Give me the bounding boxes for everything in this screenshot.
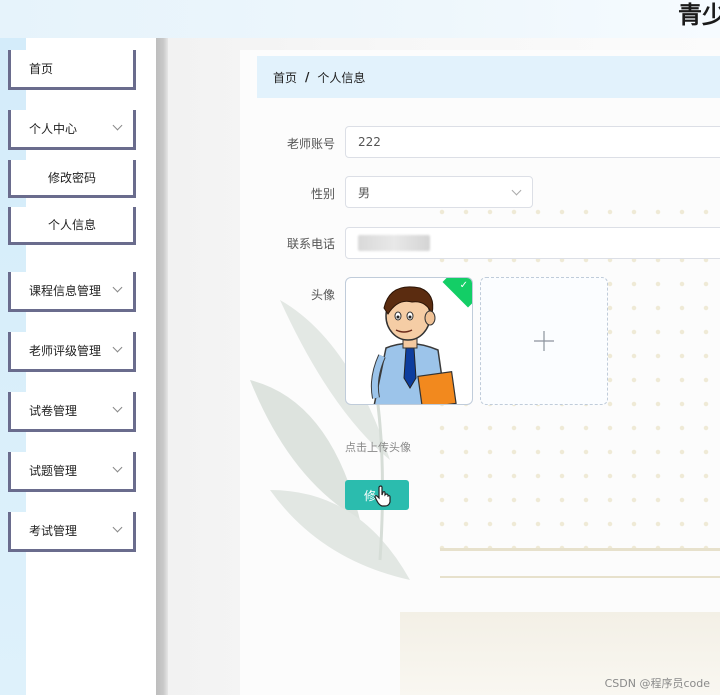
sidebar-item-personal-info[interactable]: 个人信息 [8,207,136,245]
app-title: 青少 [678,1,720,29]
watermark: CSDN @程序员code [604,677,710,690]
sidebar-item-label: 试题管理 [29,464,78,478]
sidebar-item-teacher-rating[interactable]: 老师评级管理 [8,332,136,372]
gender-select[interactable]: 男 [345,176,533,208]
account-field[interactable]: 222 [345,126,720,158]
sidebar-item-label: 试卷管理 [29,404,78,418]
chevron-down-icon [112,462,123,473]
chevron-down-icon [112,342,123,353]
sidebar-item-label: 老师评级管理 [29,344,102,358]
check-icon: ✓ [459,280,468,291]
sidebar-item-question-management[interactable]: 试题管理 [8,452,136,492]
breadcrumb-home[interactable]: 首页 [273,69,297,86]
top-header: 青少 [0,0,720,38]
sidebar-item-label: 课程信息管理 [29,284,102,298]
sidebar-item-home[interactable]: 首页 [8,50,136,90]
phone-label: 联系电话 [286,237,335,251]
chevron-down-icon [511,185,522,196]
phone-value-redacted [358,235,430,251]
sidebar-item-personal-center[interactable]: 个人中心 [8,110,136,150]
sidebar-item-course-management[interactable]: 课程信息管理 [8,272,136,312]
upload-hint: 点击上传头像 [345,441,411,454]
chevron-down-icon [112,282,123,293]
chevron-down-icon [112,522,123,533]
avatar [370,286,457,404]
breadcrumb: 首页 / 个人信息 [257,56,720,98]
account-value: 222 [358,135,381,149]
sidebar: 首页 个人中心 修改密码 个人信息 课程信息管理 老师评级管理 试卷管理 试题管… [0,38,156,695]
avatar-upload-button[interactable] [480,277,608,405]
sidebar-item-label: 个人中心 [29,122,78,136]
phone-field[interactable] [345,227,720,259]
sidebar-item-label: 修改密码 [47,171,96,185]
avatar-label: 头像 [310,288,335,302]
breadcrumb-separator: / [305,70,310,84]
plus-icon [534,331,554,351]
avatar-image[interactable]: ✓ [345,277,473,405]
gender-label: 性别 [310,187,335,201]
chevron-down-icon [112,120,123,131]
sidebar-item-exam-management[interactable]: 考试管理 [8,512,136,552]
hand-pointer-icon [374,485,391,507]
sidebar-item-change-password[interactable]: 修改密码 [8,160,136,198]
breadcrumb-current: 个人信息 [317,70,366,85]
sidebar-item-label: 个人信息 [47,218,96,232]
account-label: 老师账号 [286,137,335,151]
sidebar-scrollbar[interactable] [156,38,168,695]
sidebar-item-label: 首页 [29,62,54,76]
chevron-down-icon [112,402,123,413]
sidebar-item-paper-management[interactable]: 试卷管理 [8,392,136,432]
sidebar-item-label: 考试管理 [29,524,78,538]
gender-value: 男 [358,185,371,200]
background-shelf [440,548,720,578]
